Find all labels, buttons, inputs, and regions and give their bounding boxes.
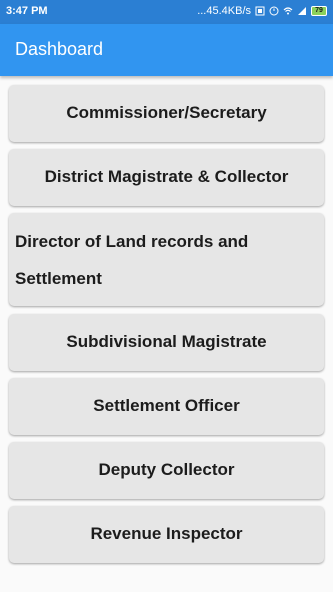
page-title: Dashboard (15, 39, 104, 59)
network-speed: ...45.4KB/s (197, 5, 251, 17)
menu-item-district-magistrate[interactable]: District Magistrate & Collector (9, 149, 324, 206)
alarm-icon (269, 6, 279, 16)
menu-item-label: Director of Land records and Settlement (15, 231, 249, 288)
battery-icon: 79 (311, 6, 327, 16)
menu-item-subdivisional-magistrate[interactable]: Subdivisional Magistrate (9, 314, 324, 371)
menu-item-commissioner-secretary[interactable]: Commissioner/Secretary (9, 85, 324, 142)
menu-item-settlement-officer[interactable]: Settlement Officer (9, 378, 324, 435)
menu-item-revenue-inspector[interactable]: Revenue Inspector (9, 506, 324, 563)
menu-item-label: Subdivisional Magistrate (66, 332, 267, 352)
sim-icon (255, 6, 265, 16)
status-icons: ...45.4KB/s 79 (197, 5, 327, 17)
status-bar: 3:47 PM ...45.4KB/s 79 (0, 0, 333, 24)
menu-item-label: District Magistrate & Collector (44, 167, 289, 187)
menu-item-label: Revenue Inspector (90, 524, 243, 544)
menu-item-label: Commissioner/Secretary (66, 103, 267, 123)
status-time: 3:47 PM (6, 5, 48, 17)
wifi-icon (283, 7, 293, 15)
menu-item-label: Settlement Officer (93, 396, 240, 416)
signal-icon (298, 7, 306, 15)
menu-item-label: Deputy Collector (98, 460, 235, 480)
menu-item-director-land-records[interactable]: Director of Land records and Settlement (9, 213, 324, 306)
app-bar: Dashboard (0, 24, 333, 76)
menu-item-deputy-collector[interactable]: Deputy Collector (9, 442, 324, 499)
